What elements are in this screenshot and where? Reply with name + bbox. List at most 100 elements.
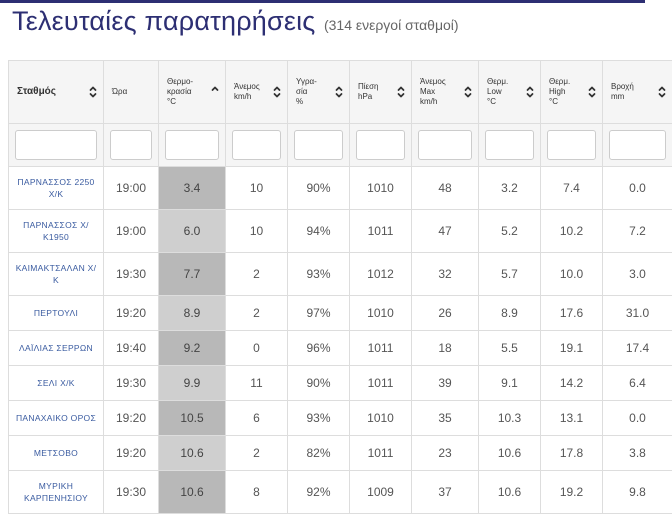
column-label-humidity: Υγρα- σία % <box>296 77 317 107</box>
sort-icon[interactable] <box>464 85 472 99</box>
cell-temperature: 6.0 <box>159 210 226 253</box>
column-header-time[interactable]: Ώρα <box>104 61 159 124</box>
cell-temp-low: 8.9 <box>479 296 541 331</box>
cell-pressure: 1010 <box>350 167 412 210</box>
column-header-station[interactable]: Σταθμός <box>9 61 104 124</box>
station-link[interactable]: ΣΕΛΙ Χ/Κ <box>9 366 104 401</box>
cell-temp-low: 9.1 <box>479 366 541 401</box>
column-header-pressure[interactable]: Πίεση hPa <box>350 61 412 124</box>
station-link[interactable]: ΛΑΪΛΙΑΣ ΣΕΡΡΩΝ <box>9 331 104 366</box>
filter-input-pressure[interactable] <box>356 130 405 160</box>
cell-wind: 6 <box>226 401 288 436</box>
cell-pressure: 1009 <box>350 471 412 514</box>
filter-cell-temp-low <box>479 124 541 167</box>
station-link[interactable]: ΠΑΡΝΑΣΣΟΣ Χ/Κ1950 <box>9 210 104 253</box>
cell-wind-max: 32 <box>412 253 479 296</box>
column-label-rain: Βροχή mm <box>611 82 634 102</box>
column-header-humidity[interactable]: Υγρα- σία % <box>288 61 350 124</box>
cell-temp-low: 10.6 <box>479 471 541 514</box>
filter-input-station[interactable] <box>15 130 97 160</box>
cell-pressure: 1011 <box>350 436 412 471</box>
sort-icon[interactable] <box>658 85 666 99</box>
station-link[interactable]: ΚΑΙΜΑΚΤΣΑΛΑΝ Χ/Κ <box>9 253 104 296</box>
station-link[interactable]: ΜΥΡΙΚΗ ΚΑΡΠΕΝΗΣΙΟΥ <box>9 471 104 514</box>
sort-icon[interactable] <box>335 85 343 99</box>
column-header-wind-max[interactable]: Άνεμος Max km/h <box>412 61 479 124</box>
cell-pressure: 1011 <box>350 366 412 401</box>
column-header-rain[interactable]: Βροχή mm <box>603 61 672 124</box>
cell-temp-high: 7.4 <box>541 167 603 210</box>
column-header-temp-high[interactable]: Θερμ. High °C <box>541 61 603 124</box>
filter-input-time[interactable] <box>110 130 152 160</box>
sort-icon[interactable] <box>526 85 534 99</box>
cell-time: 19:30 <box>104 253 159 296</box>
filter-input-wind-max[interactable] <box>418 130 472 160</box>
cell-wind: 0 <box>226 331 288 366</box>
table-row: ΜΥΡΙΚΗ ΚΑΡΠΕΝΗΣΙΟΥ19:3010.6892%10093710.… <box>9 471 672 514</box>
column-header-temp-low[interactable]: Θερμ. Low °C <box>479 61 541 124</box>
sort-icon[interactable] <box>588 85 596 99</box>
cell-wind-max: 39 <box>412 366 479 401</box>
cell-temp-low: 5.5 <box>479 331 541 366</box>
cell-pressure: 1011 <box>350 331 412 366</box>
cell-temp-high: 19.2 <box>541 471 603 514</box>
column-label-temperature: Θερμο- κρασία °C <box>167 77 193 107</box>
cell-rain: 0.0 <box>603 167 672 210</box>
cell-humidity: 96% <box>288 331 350 366</box>
cell-wind: 2 <box>226 436 288 471</box>
cell-temperature: 9.9 <box>159 366 226 401</box>
filter-input-temp-high[interactable] <box>547 130 596 160</box>
cell-time: 19:00 <box>104 167 159 210</box>
sort-icon[interactable] <box>397 85 405 99</box>
cell-wind: 2 <box>226 296 288 331</box>
cell-wind-max: 18 <box>412 331 479 366</box>
station-link[interactable]: ΠΑΡΝΑΣΣΟΣ 2250 Χ/Κ <box>9 167 104 210</box>
filter-input-temperature[interactable] <box>165 130 219 160</box>
station-link[interactable]: ΠΕΡΤΟΥΛΙ <box>9 296 104 331</box>
cell-temp-high: 10.0 <box>541 253 603 296</box>
column-header-temperature[interactable]: Θερμο- κρασία °C <box>159 61 226 124</box>
sort-icon[interactable] <box>89 85 97 99</box>
cell-temp-low: 3.2 <box>479 167 541 210</box>
filter-input-wind[interactable] <box>232 130 281 160</box>
filter-input-rain[interactable] <box>609 130 666 160</box>
table-row: ΚΑΙΜΑΚΤΣΑΛΑΝ Χ/Κ19:307.7293%1012325.710.… <box>9 253 672 296</box>
page-header: Τελευταίες παρατηρήσεις (314 ενεργοί στα… <box>12 6 459 37</box>
cell-temperature: 8.9 <box>159 296 226 331</box>
column-label-time: Ώρα <box>112 87 127 97</box>
column-label-wind: Άνεμος km/h <box>234 82 260 102</box>
cell-temperature: 10.6 <box>159 436 226 471</box>
cell-humidity: 93% <box>288 253 350 296</box>
cell-wind: 8 <box>226 471 288 514</box>
cell-time: 19:20 <box>104 296 159 331</box>
cell-rain: 7.2 <box>603 210 672 253</box>
filter-input-temp-low[interactable] <box>485 130 534 160</box>
table-row: ΜΕΤΣΟΒΟ19:2010.6282%10112310.617.83.8 <box>9 436 672 471</box>
table-row: ΠΑΝΑΧΑΙΚΟ ΟΡΟΣ19:2010.5693%10103510.313.… <box>9 401 672 436</box>
column-header-wind[interactable]: Άνεμος km/h <box>226 61 288 124</box>
header-rule <box>0 0 645 3</box>
cell-humidity: 82% <box>288 436 350 471</box>
station-link[interactable]: ΠΑΝΑΧΑΙΚΟ ΟΡΟΣ <box>9 401 104 436</box>
sort-ascending-icon[interactable] <box>211 85 219 99</box>
column-label-temp-low: Θερμ. Low °C <box>487 77 508 107</box>
filter-cell-pressure <box>350 124 412 167</box>
cell-rain: 17.4 <box>603 331 672 366</box>
station-link[interactable]: ΜΕΤΣΟΒΟ <box>9 436 104 471</box>
cell-rain: 9.8 <box>603 471 672 514</box>
cell-rain: 3.0 <box>603 253 672 296</box>
cell-temperature: 10.5 <box>159 401 226 436</box>
cell-humidity: 90% <box>288 167 350 210</box>
cell-temp-low: 10.3 <box>479 401 541 436</box>
cell-temp-high: 17.8 <box>541 436 603 471</box>
table-row: ΛΑΪΛΙΑΣ ΣΕΡΡΩΝ19:409.2096%1011185.519.11… <box>9 331 672 366</box>
active-stations-count: (314 ενεργοί σταθμοί) <box>324 17 459 33</box>
cell-rain: 0.0 <box>603 401 672 436</box>
filter-cell-temp-high <box>541 124 603 167</box>
cell-pressure: 1012 <box>350 253 412 296</box>
cell-wind-max: 37 <box>412 471 479 514</box>
cell-temp-low: 5.2 <box>479 210 541 253</box>
cell-humidity: 97% <box>288 296 350 331</box>
filter-input-humidity[interactable] <box>294 130 343 160</box>
sort-icon[interactable] <box>273 85 281 99</box>
